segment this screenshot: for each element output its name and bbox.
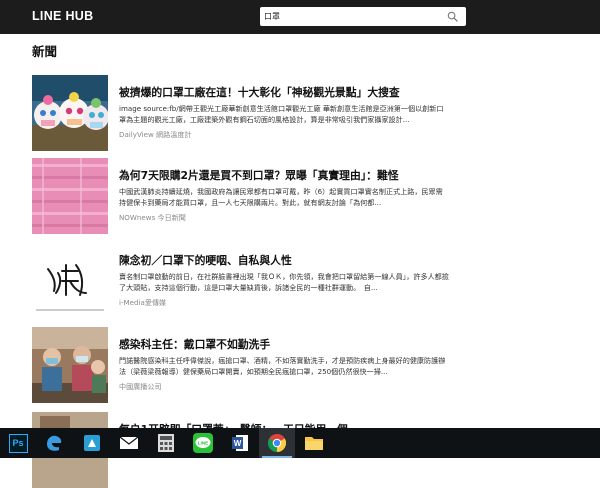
article-thumbnail[interactable] <box>32 158 108 234</box>
article-source: i-Media愛傳媒 <box>119 298 167 307</box>
line-icon-label: LINE <box>198 441 208 446</box>
search-box[interactable] <box>260 7 466 26</box>
chrome-icon[interactable] <box>259 428 295 458</box>
taskbar: Ps LINE W <box>0 428 600 458</box>
search-icon[interactable] <box>447 11 458 22</box>
mail-icon[interactable] <box>111 428 147 458</box>
app-icon[interactable] <box>74 428 110 458</box>
news-item[interactable]: 被擠爆的口罩工廠在這！十大彰化「神秘觀光景點」大搜查 image source:… <box>32 75 592 151</box>
article-snippet: image source:fb/網帶王觀光工廠華新創意生活館口罩觀光工廠 華新創… <box>119 104 444 124</box>
news-item[interactable]: 為何7天限購2片還是買不到口罩？眾曝「真實理由」：難怪 中國武漢肺炎持續延燒，我… <box>32 158 592 234</box>
article-snippet: 賣名制口罩啟動的前日，在社群臉書裡出現「我ＯＫ，你先領，我會把口罩留給第一線人員… <box>119 272 449 292</box>
article-source: 中國廣播公司 <box>119 382 162 391</box>
section-title: 新聞 <box>32 44 58 59</box>
file-explorer-icon[interactable] <box>296 428 332 458</box>
article-title[interactable]: 為何7天限購2片還是買不到口罩？眾曝「真實理由」：難怪 <box>119 167 579 183</box>
article-source: NOWnews 今日新聞 <box>119 213 186 222</box>
word-icon-label: W <box>234 439 242 448</box>
article-snippet: 門諾醫院感染科主任呼偉傑說，瘋搶口罩、酒精，不如落實勤洗手，才是預防疾病上身最好… <box>119 356 446 376</box>
article-snippet: 中國武漢肺炎持續延燒，我國政府為讓民眾都有口罩可戴，昨（6）起實買口罩實名制正式… <box>119 187 443 207</box>
article-title[interactable]: 感染科主任：戴口罩不如勤洗手 <box>119 336 579 352</box>
article-thumbnail[interactable] <box>32 243 108 319</box>
brand-logo[interactable]: LINE HUB <box>32 9 93 23</box>
search-input[interactable] <box>264 9 434 24</box>
article-source: DailyView 網路溫度計 <box>119 130 192 139</box>
news-item[interactable]: 感染科主任：戴口罩不如勤洗手 門諾醫院感染科主任呼偉傑說，瘋搶口罩、酒精，不如落… <box>32 327 592 403</box>
calculator-icon[interactable] <box>148 428 184 458</box>
edge-icon[interactable] <box>36 428 72 458</box>
line-icon[interactable]: LINE <box>185 428 221 458</box>
article-thumbnail[interactable] <box>32 75 108 151</box>
top-bar: LINE HUB <box>0 0 600 34</box>
word-icon[interactable]: W <box>222 428 258 458</box>
article-thumbnail[interactable] <box>32 327 108 403</box>
photoshop-icon-label: Ps <box>8 433 28 453</box>
article-title[interactable]: 被擠爆的口罩工廠在這！十大彰化「神秘觀光景點」大搜查 <box>119 84 579 100</box>
news-item[interactable]: 陳念初／口罩下的哽咽、自私與人性 賣名制口罩啟動的前日，在社群臉書裡出現「我ＯＫ… <box>32 243 592 319</box>
photoshop-icon[interactable]: Ps <box>0 428 36 458</box>
article-title[interactable]: 陳念初／口罩下的哽咽、自私與人性 <box>119 252 579 268</box>
